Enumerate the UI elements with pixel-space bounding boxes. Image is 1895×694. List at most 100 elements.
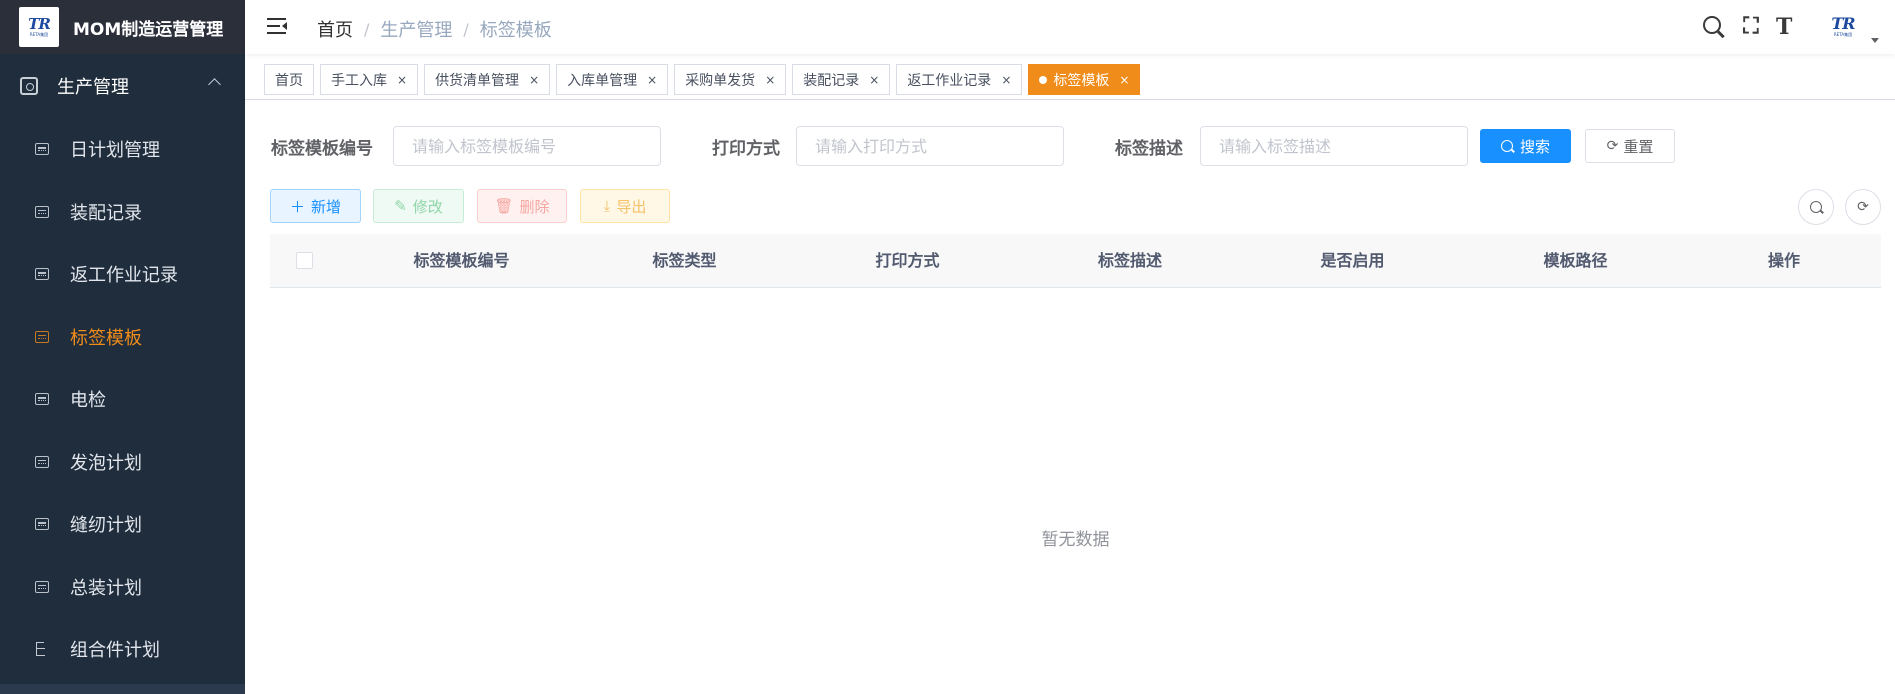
tag-label: 返工作业记录 (907, 72, 992, 89)
download-icon: ⤓ (603, 197, 611, 215)
avatar-subtext: RETA集团 (1833, 32, 1853, 37)
reset-button[interactable]: ⟳ 重置 (1585, 129, 1675, 163)
close-icon[interactable]: × (1001, 73, 1011, 87)
tag-label: 装配记录 (803, 72, 860, 89)
sidebar-item-daily-plan[interactable]: 日计划管理 (0, 118, 245, 181)
export-button-label: 导出 (616, 197, 647, 216)
chevron-up-icon (208, 78, 221, 91)
edit-button-label: 修改 (412, 197, 443, 216)
tag-label-template[interactable]: 标签模板 × (1028, 64, 1141, 95)
refresh-icon: ⟳ (1857, 199, 1869, 215)
sidebar-item-label: 标签模板 (70, 327, 142, 349)
export-button[interactable]: ⤓ 导出 (580, 189, 670, 223)
delete-button-label: 删除 (519, 197, 550, 216)
tree-icon (35, 642, 49, 657)
label-desc-label: 标签描述 (1115, 139, 1183, 159)
submenu: 日计划管理 装配记录 返工作业记录 标签模板 电检 发泡计划 缝纫计划 总装计划… (0, 118, 245, 681)
calendar-icon (35, 393, 49, 406)
print-method-input[interactable] (796, 126, 1064, 166)
search-icon (1810, 201, 1822, 213)
empty-state: 暂无数据 (1041, 530, 1110, 550)
tag-label: 采购单发货 (685, 72, 756, 89)
menu-group-production[interactable]: 生产管理 (0, 54, 245, 118)
sidebar: TR RETA集团 MOM制造运营管理 生产管理 日计划管理 装配记录 返工作业… (0, 0, 245, 694)
avatar[interactable]: TR RETA集团 (1823, 7, 1863, 47)
refresh-icon: ⟳ (1606, 138, 1619, 154)
delete-button[interactable]: 🗑 删除 (477, 189, 567, 223)
tag-purchase-shipping[interactable]: 采购单发货 × (674, 64, 787, 95)
tag-supply-list[interactable]: 供货清单管理 × (424, 64, 551, 95)
tag-assembly-record[interactable]: 装配记录 × (792, 64, 891, 95)
calendar-icon (35, 580, 49, 593)
sidebar-item-rework-record[interactable]: 返工作业记录 (0, 243, 245, 306)
close-icon[interactable]: × (397, 73, 407, 87)
font-size-icon[interactable]: T (1776, 15, 1800, 39)
calendar-icon (35, 143, 49, 156)
sidebar-item-label: 返工作业记录 (70, 265, 178, 287)
top-navbar: 首页 / 生产管理 / 标签模板 ⛶ T TR RETA集团 (245, 0, 1895, 54)
sidebar-item-label: 装配记录 (70, 202, 142, 224)
tag-label: 手工入库 (331, 72, 387, 89)
close-icon[interactable]: × (869, 73, 879, 87)
tag-manual-inbound[interactable]: 手工入库 × (320, 64, 419, 95)
print-method-label: 打印方式 (712, 139, 780, 159)
tag-label: 标签模板 (1053, 72, 1110, 89)
reset-button-label: 重置 (1623, 137, 1654, 156)
logo-mark: TR (28, 15, 51, 33)
search-icon[interactable] (1702, 15, 1726, 39)
sidebar-item-subassembly-plan[interactable]: 组合件计划 (0, 618, 245, 681)
calendar-icon (35, 205, 49, 218)
search-button-label: 搜索 (1519, 137, 1550, 156)
tag-rework-record[interactable]: 返工作业记录 × (896, 64, 1023, 95)
sidebar-item-assembly-record[interactable]: 装配记录 (0, 181, 245, 244)
tag-home[interactable]: 首页 (264, 64, 314, 95)
breadcrumb-production: 生产管理 (380, 20, 453, 41)
trash-icon: 🗑 (494, 197, 514, 215)
sidebar-item-label-template[interactable]: 标签模板 (0, 306, 245, 369)
sidebar-logo-bar[interactable]: TR RETA集团 MOM制造运营管理 (0, 0, 245, 54)
sidebar-item-final-assembly-plan[interactable]: 总装计划 (0, 556, 245, 619)
edit-button[interactable]: ✎ 修改 (373, 189, 464, 223)
add-button[interactable]: ＋ 新增 (270, 189, 361, 223)
breadcrumb-current: 标签模板 (479, 20, 552, 41)
template-code-label: 标签模板编号 (271, 139, 373, 159)
module-icon (20, 77, 38, 95)
fullscreen-icon[interactable]: ⛶ (1739, 15, 1763, 39)
app-title: MOM制造运营管理 (73, 19, 224, 40)
navbar-actions: ⛶ T TR RETA集团 (1702, 0, 1895, 54)
template-code-input[interactable] (393, 126, 661, 166)
caret-down-icon[interactable] (1871, 37, 1879, 43)
column-header: 标签模板编号 (413, 251, 510, 270)
calendar-icon (35, 330, 49, 343)
tag-inbound-order[interactable]: 入库单管理 × (556, 64, 669, 95)
sidebar-item-electrical-test[interactable]: 电检 (0, 368, 245, 431)
calendar-icon (35, 268, 49, 281)
column-header: 标签类型 (652, 251, 717, 270)
column-header: 模板路径 (1543, 251, 1608, 270)
collapse-sidebar-icon[interactable] (267, 17, 287, 35)
refresh-table-button[interactable]: ⟳ (1845, 189, 1881, 225)
search-button[interactable]: 搜索 (1480, 129, 1571, 163)
close-icon[interactable]: × (647, 73, 657, 87)
breadcrumb-home[interactable]: 首页 (317, 16, 353, 42)
close-icon[interactable]: × (529, 73, 539, 87)
sidebar-item-sewing-plan[interactable]: 缝纫计划 (0, 493, 245, 556)
label-desc-input[interactable] (1200, 126, 1468, 166)
column-header: 标签描述 (1097, 251, 1162, 270)
calendar-icon (35, 518, 49, 531)
company-logo: TR RETA集团 (19, 7, 59, 47)
toggle-search-button[interactable] (1798, 189, 1834, 225)
sidebar-item-foaming-plan[interactable]: 发泡计划 (0, 431, 245, 494)
tag-label: 入库单管理 (567, 72, 638, 89)
data-table: 标签模板编号 标签类型 打印方式 标签描述 是否启用 模板路径 操作 (270, 234, 1881, 288)
close-icon[interactable]: × (1119, 73, 1129, 87)
calendar-icon (35, 455, 49, 468)
plus-icon: ＋ (289, 197, 305, 216)
edit-icon: ✎ (394, 197, 407, 215)
table-header: 标签模板编号 标签类型 打印方式 标签描述 是否启用 模板路径 操作 (270, 234, 1881, 288)
menu-group-label: 生产管理 (57, 77, 129, 98)
close-icon[interactable]: × (765, 73, 775, 87)
breadcrumb: 首页 / 生产管理 / 标签模板 (317, 16, 552, 42)
active-dot-icon (1039, 75, 1048, 84)
select-all-checkbox[interactable] (296, 252, 313, 269)
